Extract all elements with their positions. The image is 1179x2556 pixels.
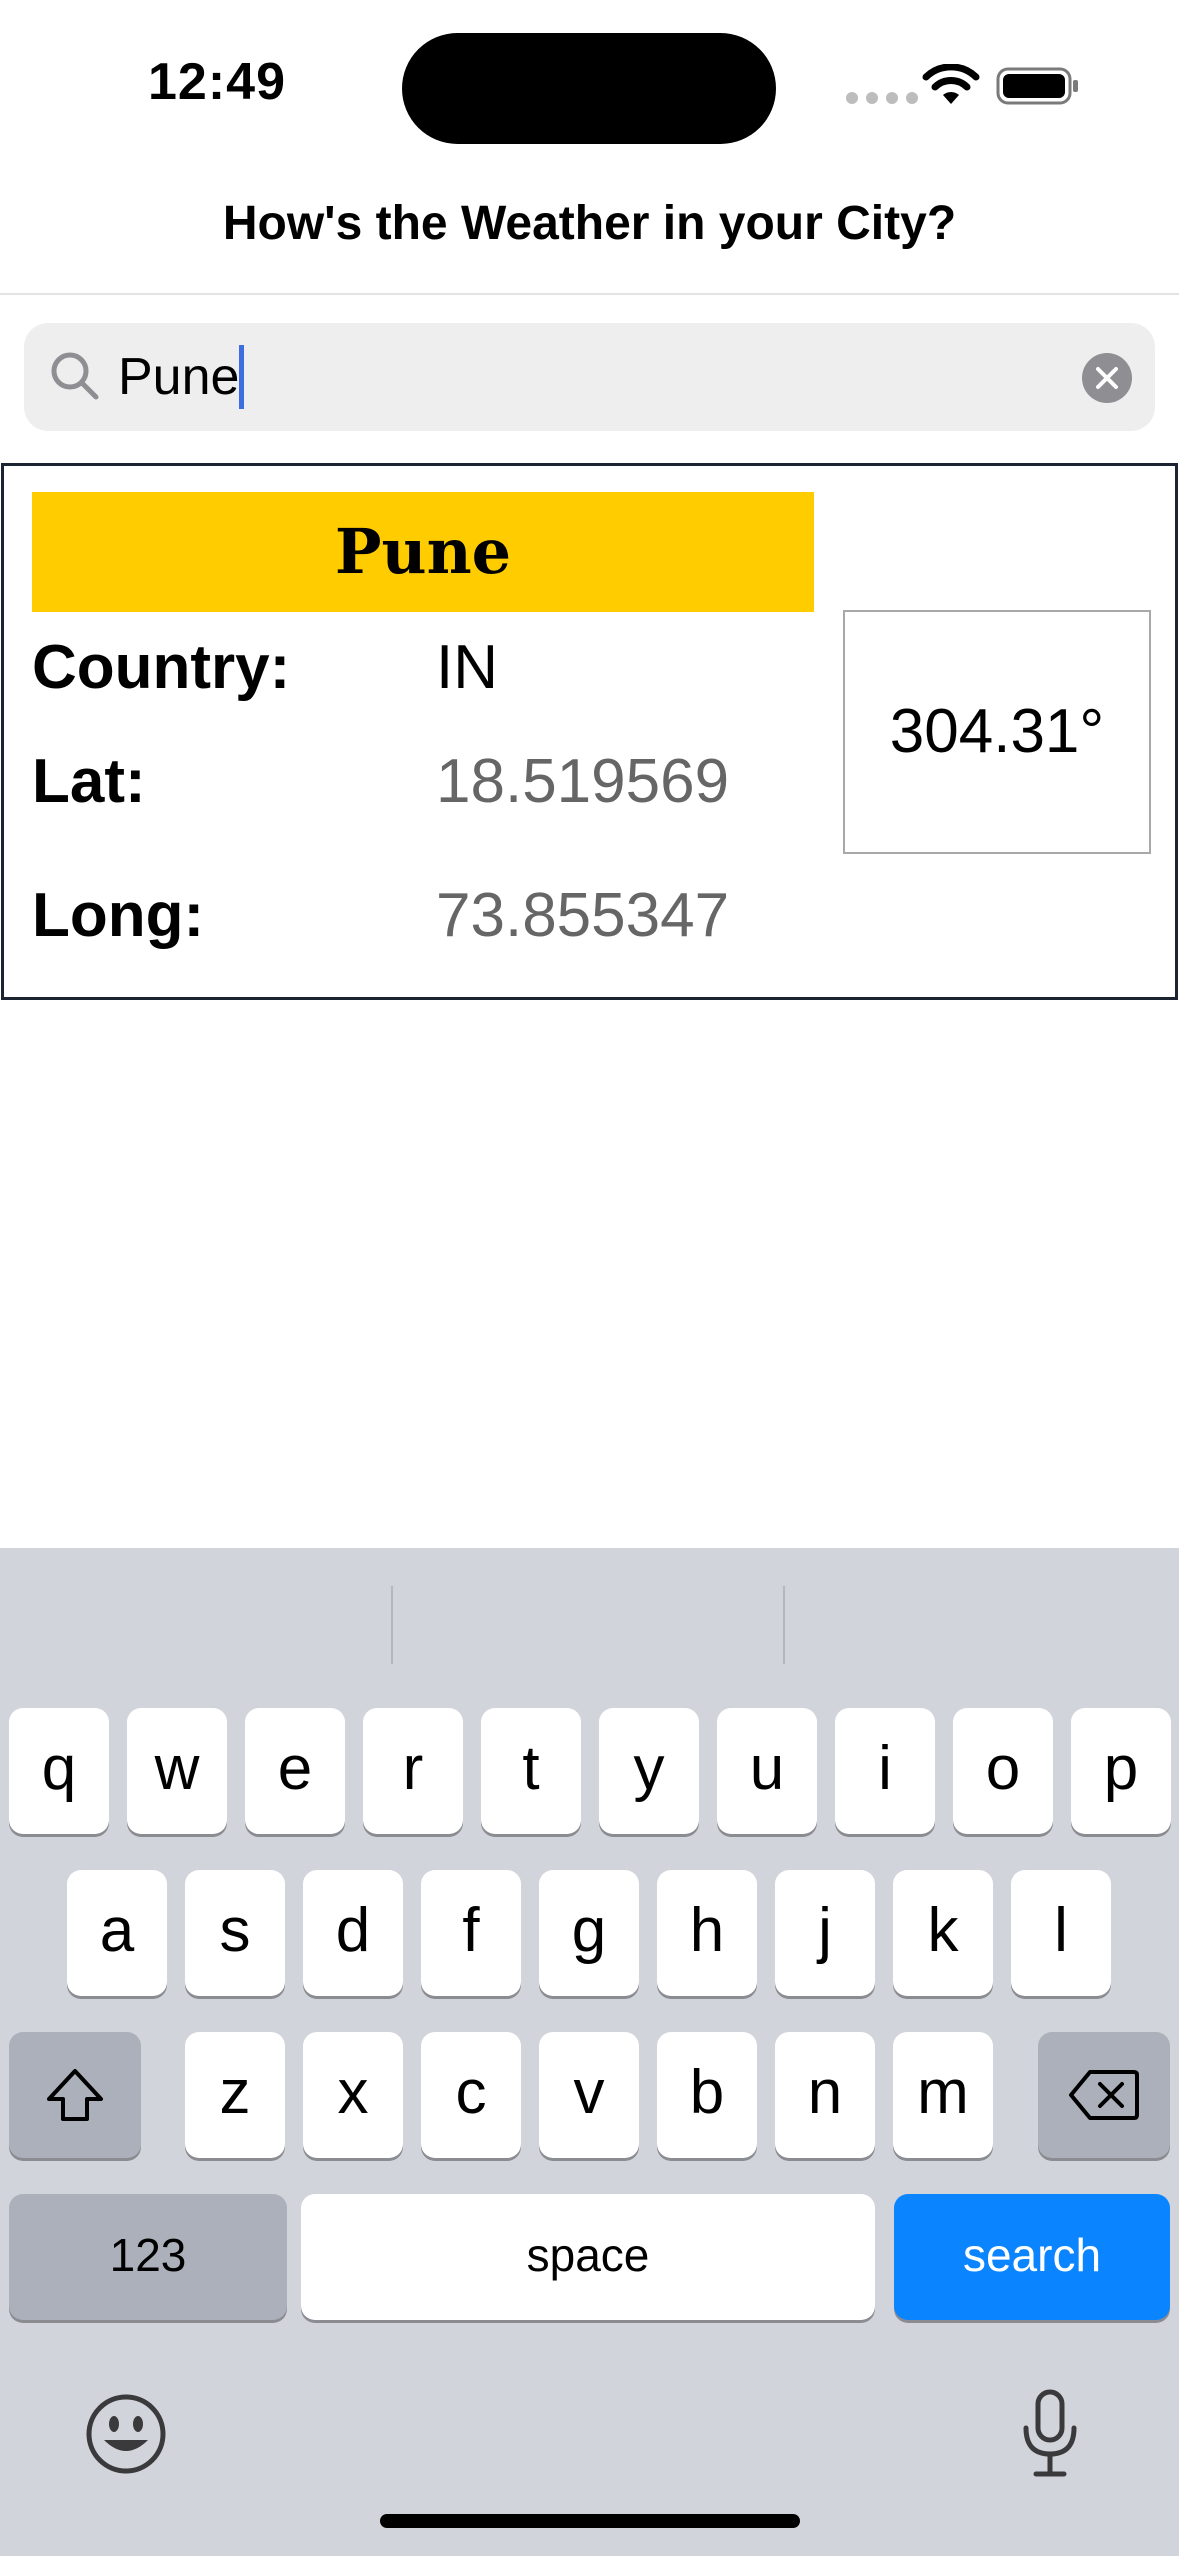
lat-label: Lat: — [32, 747, 146, 816]
key-x[interactable]: x — [303, 2032, 403, 2158]
key-i[interactable]: i — [835, 1708, 935, 1834]
space-key[interactable]: space — [301, 2194, 875, 2320]
key-v[interactable]: v — [539, 2032, 639, 2158]
shift-icon — [47, 2069, 103, 2121]
backspace-icon — [1069, 2070, 1139, 2120]
city-name: Pune — [32, 492, 814, 612]
delete-key[interactable] — [1038, 2032, 1170, 2158]
battery-icon — [996, 67, 1078, 105]
key-o[interactable]: o — [953, 1708, 1053, 1834]
country-value: IN — [436, 633, 498, 702]
emoji-icon[interactable] — [84, 2392, 168, 2476]
country-label: Country: — [32, 633, 291, 702]
dynamic-island — [402, 33, 776, 144]
search-key[interactable]: search — [894, 2194, 1170, 2320]
numbers-key[interactable]: 123 — [9, 2194, 287, 2320]
key-k[interactable]: k — [893, 1870, 993, 1996]
key-m[interactable]: m — [893, 2032, 993, 2158]
key-q[interactable]: q — [9, 1708, 109, 1834]
page-title: How's the Weather in your City? — [222, 197, 957, 250]
text-caret — [239, 345, 245, 409]
close-icon — [1096, 367, 1118, 389]
nav-divider — [0, 293, 1179, 295]
cellular-signal-icon — [846, 92, 918, 104]
key-g[interactable]: g — [539, 1870, 639, 1996]
key-s[interactable]: s — [185, 1870, 285, 1996]
search-bar[interactable]: Pune — [24, 323, 1155, 431]
search-icon — [51, 352, 99, 400]
key-r[interactable]: r — [363, 1708, 463, 1834]
key-f[interactable]: f — [421, 1870, 521, 1996]
long-label: Long: — [32, 881, 205, 950]
weather-result-card[interactable]: Pune Country: IN Lat: 18.519569 Long: 73… — [1, 463, 1178, 1000]
suggestion-divider — [783, 1586, 785, 1664]
key-a[interactable]: a — [67, 1870, 167, 1996]
key-c[interactable]: c — [421, 2032, 521, 2158]
suggestion-divider — [391, 1586, 393, 1664]
shift-key[interactable] — [9, 2032, 141, 2158]
status-time: 12:49 — [148, 53, 286, 111]
search-input-value: Pune — [118, 348, 240, 406]
key-t[interactable]: t — [481, 1708, 581, 1834]
key-d[interactable]: d — [303, 1870, 403, 1996]
long-value: 73.855347 — [436, 881, 730, 950]
microphone-icon[interactable] — [1020, 2388, 1080, 2480]
key-l[interactable]: l — [1011, 1870, 1111, 1996]
key-z[interactable]: z — [185, 2032, 285, 2158]
wifi-icon — [922, 64, 980, 104]
lat-value: 18.519569 — [436, 747, 730, 816]
key-h[interactable]: h — [657, 1870, 757, 1996]
home-indicator[interactable] — [380, 2514, 800, 2528]
key-w[interactable]: w — [127, 1708, 227, 1834]
key-n[interactable]: n — [775, 2032, 875, 2158]
keyboard: q w e r t y u i o p a s d f g h j k l z … — [0, 1548, 1179, 2556]
key-j[interactable]: j — [775, 1870, 875, 1996]
key-b[interactable]: b — [657, 2032, 757, 2158]
key-p[interactable]: p — [1071, 1708, 1171, 1834]
key-u[interactable]: u — [717, 1708, 817, 1834]
key-e[interactable]: e — [245, 1708, 345, 1834]
temperature-value: 304.31° — [843, 610, 1151, 854]
search-input[interactable]: Pune — [118, 345, 245, 409]
clear-search-button[interactable] — [1082, 353, 1132, 403]
key-y[interactable]: y — [599, 1708, 699, 1834]
